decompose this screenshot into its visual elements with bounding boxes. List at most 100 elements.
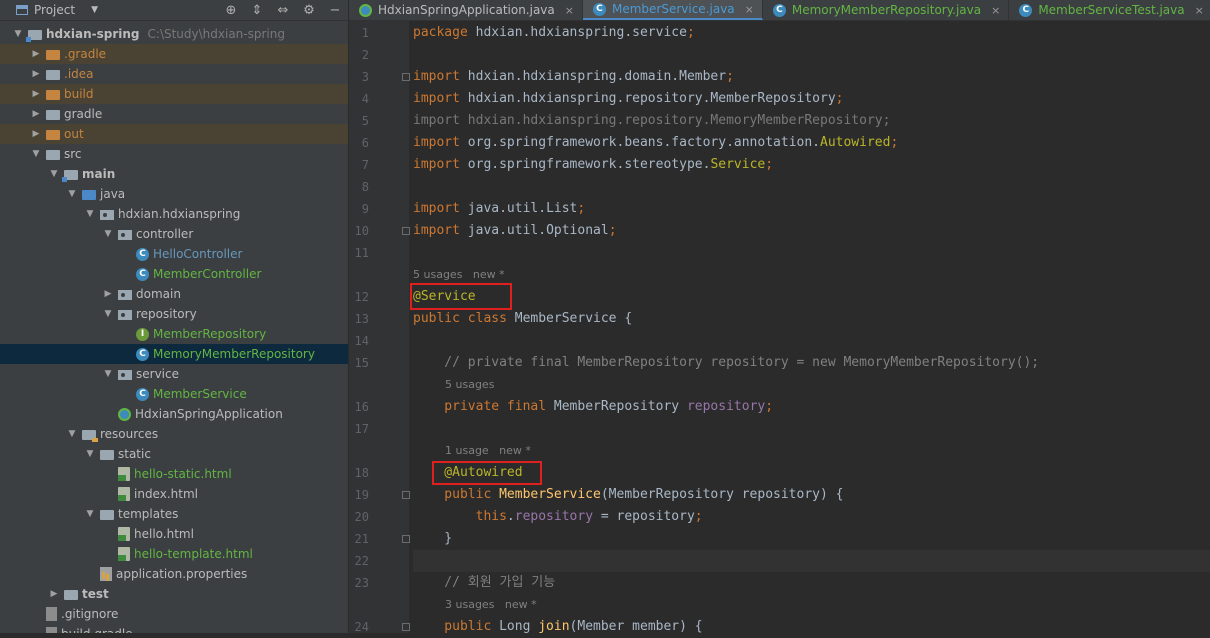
chevron-right-icon[interactable]: ▶: [30, 89, 42, 99]
usages-hint[interactable]: 1 usage new *: [445, 440, 531, 462]
chevron-right-icon[interactable]: ▶: [30, 49, 42, 59]
minimize-icon[interactable]: −: [322, 3, 348, 18]
editor-tab[interactable]: C MemberService.java ×: [582, 0, 763, 20]
code-token: public: [413, 487, 500, 502]
close-icon[interactable]: ×: [745, 3, 754, 16]
tree-item[interactable]: ▼ service: [0, 364, 348, 384]
chevron-down-icon[interactable]: ▼: [84, 209, 96, 219]
code-token: import: [413, 157, 468, 172]
tree-item[interactable]: ▶index.html: [0, 484, 348, 504]
tree-item[interactable]: ▶CHelloController: [0, 244, 348, 264]
tree-item[interactable]: ▶ .gradle: [0, 44, 348, 64]
chevron-down-icon[interactable]: ▼: [66, 189, 78, 199]
code-line: package hdxian.hdxianspring.service;: [413, 22, 695, 44]
tree-item-label: gradle: [64, 107, 103, 121]
editor-tab[interactable]: C MemberServiceTest.java ×: [1009, 0, 1210, 20]
chevron-down-icon[interactable]: ▼: [91, 5, 98, 15]
tree-item[interactable]: ▼ java: [0, 184, 348, 204]
fold-marker-icon[interactable]: [402, 623, 410, 631]
expand-all-icon[interactable]: ⇕: [244, 3, 270, 18]
chevron-right-icon[interactable]: ▶: [30, 129, 42, 139]
tree-item[interactable]: ▼ templates: [0, 504, 348, 524]
usages-hint[interactable]: 5 usages: [445, 374, 494, 396]
chevron-right-icon[interactable]: ▶: [102, 289, 114, 299]
close-icon[interactable]: ×: [991, 4, 1000, 17]
tree-item-label: index.html: [134, 487, 198, 501]
line-number: 10: [354, 224, 369, 238]
code-token: // private final MemberRepository reposi…: [413, 355, 1040, 370]
line-number: 1: [361, 26, 369, 40]
tree-item[interactable]: ▼ hdxian.hdxianspring: [0, 204, 348, 224]
tree-item[interactable]: ▶ domain: [0, 284, 348, 304]
tree-item[interactable]: ▶HdxianSpringApplication: [0, 404, 348, 424]
folder-orange-icon: [46, 129, 60, 140]
fold-marker-icon[interactable]: [402, 491, 410, 499]
chevron-down-icon[interactable]: ▼: [84, 509, 96, 519]
fold-marker-icon[interactable]: [402, 535, 410, 543]
tree-item[interactable]: ▶build.gradle: [0, 624, 348, 633]
chevron-down-icon[interactable]: ▼: [102, 369, 114, 379]
tree-item[interactable]: ▶ .idea: [0, 64, 348, 84]
tree-item[interactable]: ▶.gitignore: [0, 604, 348, 624]
collapse-all-icon[interactable]: ⇔: [270, 3, 296, 18]
chevron-down-icon[interactable]: ▼: [102, 229, 114, 239]
tree-item[interactable]: ▼ hdxian-spring C:\Study\hdxian-spring: [0, 24, 348, 44]
line-number: 5: [361, 114, 369, 128]
pkg-icon: [118, 309, 132, 320]
code-area[interactable]: package hdxian.hdxianspring.service; impo…: [410, 21, 1210, 634]
fold-marker-icon[interactable]: [402, 73, 410, 81]
usages-hint[interactable]: 3 usages new *: [445, 594, 537, 616]
tree-item[interactable]: ▼ main: [0, 164, 348, 184]
code-token: ;: [765, 157, 774, 172]
tree-item[interactable]: ▼ repository: [0, 304, 348, 324]
editor-tab[interactable]: C MemoryMemberRepository.java ×: [763, 0, 1010, 20]
chevron-down-icon[interactable]: ▼: [66, 429, 78, 439]
close-icon[interactable]: ×: [565, 4, 574, 17]
gear-icon[interactable]: ⚙: [296, 3, 322, 18]
tree-item[interactable]: ▶CMemberService: [0, 384, 348, 404]
code-token: public: [413, 619, 500, 634]
line-number: 6: [361, 136, 369, 150]
html-icon: [118, 467, 130, 481]
line-number: 22: [354, 554, 369, 568]
tab-label: HdxianSpringApplication.java: [378, 3, 555, 17]
chevron-right-icon[interactable]: ▶: [30, 109, 42, 119]
code-line: import hdxian.hdxianspring.repository.Me…: [413, 110, 890, 132]
close-icon[interactable]: ×: [1195, 4, 1204, 17]
chevron-down-icon[interactable]: ▼: [12, 29, 24, 39]
project-panel-title[interactable]: Project: [34, 3, 75, 17]
tree-item[interactable]: ▶CMemoryMemberRepository: [0, 344, 348, 364]
tree-item[interactable]: ▶ out: [0, 124, 348, 144]
chevron-down-icon[interactable]: ▼: [48, 169, 60, 179]
chevron-right-icon[interactable]: ▶: [30, 69, 42, 79]
line-number: 19: [354, 488, 369, 502]
fold-marker-icon[interactable]: [402, 227, 410, 235]
chevron-down-icon[interactable]: ▼: [30, 149, 42, 159]
folder-mod-icon: [62, 169, 78, 182]
locate-file-icon[interactable]: ⊕: [218, 3, 244, 18]
chevron-down-icon[interactable]: ▼: [102, 309, 114, 319]
tree-item[interactable]: ▶hello-template.html: [0, 544, 348, 564]
tree-item[interactable]: ▶hello.html: [0, 524, 348, 544]
tree-item[interactable]: ▼ resources: [0, 424, 348, 444]
code-token: import: [413, 91, 468, 106]
chevron-down-icon[interactable]: ▼: [84, 449, 96, 459]
code-token: join: [538, 619, 570, 634]
chevron-right-icon[interactable]: ▶: [48, 589, 60, 599]
tree-item-label: hello-static.html: [134, 467, 232, 481]
tree-item[interactable]: ▼ src: [0, 144, 348, 164]
tree-item[interactable]: ▶IMemberRepository: [0, 324, 348, 344]
tree-item[interactable]: ▶ test: [0, 584, 348, 604]
tree-item[interactable]: ▼ controller: [0, 224, 348, 244]
tree-item[interactable]: ▶ gradle: [0, 104, 348, 124]
tree-item[interactable]: ▼ static: [0, 444, 348, 464]
tree-item[interactable]: ▶application.properties: [0, 564, 348, 584]
tree-item[interactable]: ▶hello-static.html: [0, 464, 348, 484]
tree-item[interactable]: ▶CMemberController: [0, 264, 348, 284]
tree-item[interactable]: ▶ build: [0, 84, 348, 104]
tree-item-label: hello-template.html: [134, 547, 253, 561]
project-icon: [16, 5, 28, 15]
code-token: ;: [726, 69, 734, 84]
editor-tabs: HdxianSpringApplication.java × C MemberServ…: [349, 0, 1210, 21]
editor-tab[interactable]: HdxianSpringApplication.java ×: [349, 0, 583, 20]
